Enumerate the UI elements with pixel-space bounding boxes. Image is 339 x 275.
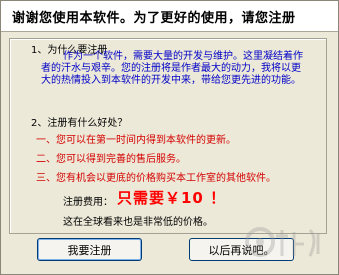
fee-label: 注册费用： [63, 197, 113, 208]
section-benefits-title: 2、注册有什么好处？ [31, 118, 128, 129]
fee-value: 只需要￥10 ！ [117, 189, 227, 207]
benefit-item: 三、您有机会以更底的价格购买本工作室的其他软件。 [36, 173, 276, 184]
benefit-item: 二、您可以得到完善的售后服务。 [36, 154, 186, 165]
fee-note: 这在全球看来也是非常低的价格。 [63, 217, 213, 228]
dialog-header: 谢谢您使用本软件。为了更好的使用，请您注册 [1, 1, 338, 32]
watermark-logo-icon [245, 227, 320, 257]
register-dialog: 谢谢您使用本软件。为了更好的使用，请您注册 1、为什么要注册 作为一个软件，需要… [0, 0, 339, 275]
benefit-item: 一、您可以在第一时间内得到本软件的更新。 [36, 135, 236, 146]
register-button[interactable]: 我要注册 [37, 238, 142, 261]
section-why-register-body: 作为一个软件，需要大量的开发与维护。这里凝结着作者的汗水与艰辛。您的注册将是作者… [41, 51, 303, 86]
dialog-title: 谢谢您使用本软件。为了更好的使用，请您注册 [12, 11, 296, 26]
